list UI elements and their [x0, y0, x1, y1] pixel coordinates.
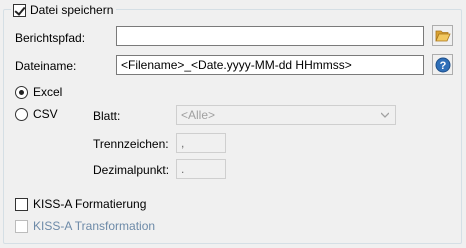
separator-input[interactable]: , [176, 133, 226, 153]
decimal-point-input[interactable]: . [176, 159, 226, 179]
chevron-down-icon [381, 112, 389, 118]
help-icon: ? [435, 57, 450, 72]
svg-text:?: ? [439, 60, 446, 72]
kiss-formatting-label: KISS-A Formatierung [33, 197, 147, 211]
filename-input[interactable]: <Filename>_<Date.yyyy-MM-dd HHmmss> [116, 55, 424, 75]
report-path-label: Berichtspfad: [15, 31, 86, 45]
excel-radio-label: Excel [33, 85, 63, 99]
sheet-label: Blatt: [93, 109, 121, 123]
browse-button[interactable] [432, 25, 453, 46]
csv-radio-row[interactable]: CSV [15, 107, 58, 121]
save-file-legend[interactable]: Datei speichern [11, 1, 117, 19]
kiss-transformation-row: KISS-A Transformation [15, 219, 155, 233]
report-path-input[interactable] [116, 26, 424, 46]
save-file-checkbox[interactable] [13, 3, 26, 17]
kiss-transformation-label: KISS-A Transformation [33, 219, 156, 233]
filename-label: Dateiname: [15, 59, 77, 73]
excel-radio-row[interactable]: Excel [15, 85, 62, 99]
sheet-select-value: <Alle> [181, 108, 216, 122]
save-file-label: Datei speichern [30, 3, 114, 17]
separator-label: Trennzeichen: [93, 137, 169, 151]
kiss-formatting-row[interactable]: KISS-A Formatierung [15, 197, 146, 211]
help-button[interactable]: ? [432, 54, 453, 75]
decimal-point-label: Dezimalpunkt: [93, 163, 170, 177]
csv-radio-label: CSV [33, 107, 58, 121]
kiss-formatting-checkbox[interactable] [15, 197, 28, 211]
sheet-select[interactable]: <Alle> [176, 105, 396, 125]
excel-radio[interactable] [15, 85, 28, 99]
csv-radio[interactable] [15, 107, 28, 121]
kiss-transformation-checkbox [15, 219, 28, 233]
folder-open-icon [434, 30, 451, 41]
